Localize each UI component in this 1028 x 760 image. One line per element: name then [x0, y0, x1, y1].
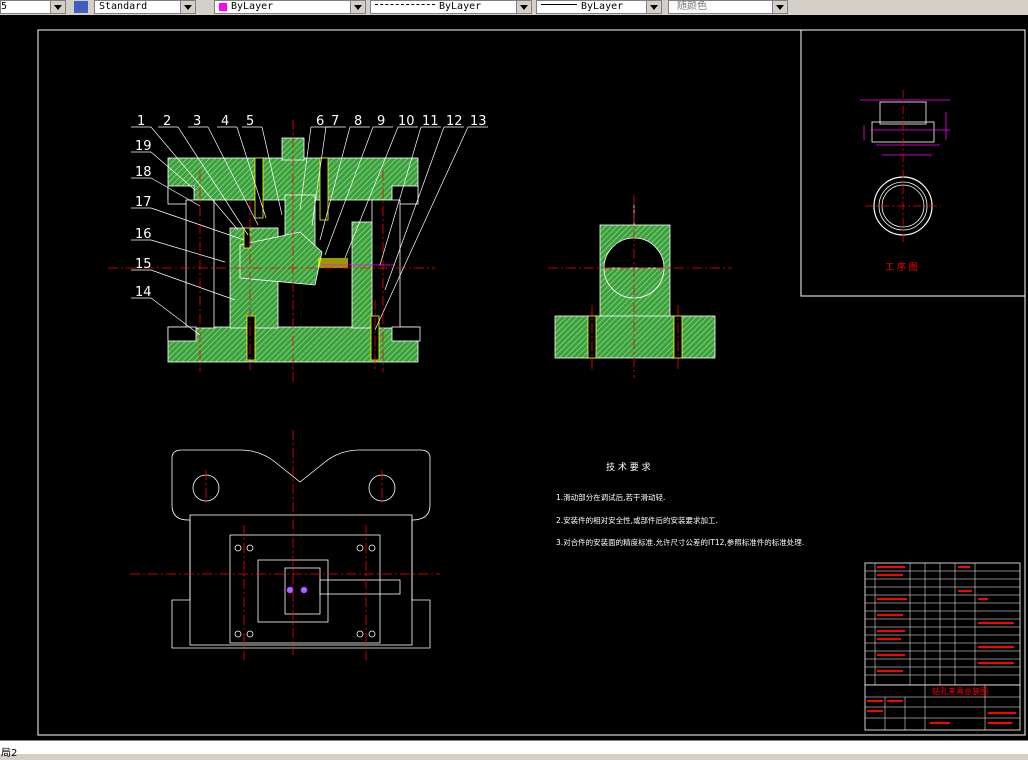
- process-sketch-label: 工 序 图: [885, 261, 918, 273]
- linetype-control-dropdown[interactable]: ByLayer: [370, 0, 532, 14]
- linetype-preview-icon: [375, 4, 435, 5]
- part-number-5: 5: [246, 114, 254, 129]
- part-number-18: 18: [135, 165, 152, 180]
- part-number-4: 4: [221, 114, 229, 129]
- text-style-dropdown[interactable]: Standard: [94, 0, 196, 14]
- part-number-1: 1: [137, 114, 145, 129]
- part-number-10: 10: [398, 114, 415, 129]
- lineweight-preview-icon: [541, 4, 577, 5]
- front-section-view: [167, 137, 421, 363]
- title-block-name: 钻孔夹具总装图: [932, 686, 988, 696]
- title-block: 钻孔夹具总装图: [864, 562, 1021, 731]
- part-number-19: 19: [135, 139, 152, 154]
- part-number-7: 7: [331, 114, 339, 129]
- tech-note-1: 1.滑动部分在调试后,若干滑动轻.: [556, 492, 665, 502]
- process-sketch-box: [800, 29, 1026, 297]
- side-section-view: [554, 205, 716, 359]
- top-plan-view: [171, 449, 431, 649]
- part-number-6: 6: [316, 114, 324, 129]
- part-number-15: 15: [135, 257, 152, 272]
- part-number-3: 3: [193, 114, 201, 129]
- tech-requirements-title: 技 术 要 求: [606, 461, 651, 473]
- chevron-down-icon[interactable]: [50, 1, 65, 13]
- text-style-value: Standard: [99, 1, 148, 12]
- layer-dropdown[interactable]: 5: [0, 0, 66, 14]
- chevron-down-icon[interactable]: [772, 1, 787, 13]
- process-sketch: 工 序 图: [860, 90, 950, 273]
- part-number-13: 13: [470, 114, 487, 129]
- part-number-11: 11: [422, 114, 439, 129]
- layout-tabs-bar: 局2: [0, 740, 1028, 759]
- part-number-9: 9: [377, 114, 385, 129]
- part-number-2: 2: [163, 114, 171, 129]
- linetype-control-value: ByLayer: [439, 1, 482, 12]
- text-style-icon[interactable]: [74, 1, 88, 13]
- chevron-down-icon[interactable]: [350, 1, 365, 13]
- chevron-down-icon[interactable]: [516, 1, 531, 13]
- part-number-8: 8: [354, 114, 362, 129]
- tech-note-3: 3.对合件的安装面的精度标准.允许尺寸公差的IT12,参照标准件的标准处理.: [556, 537, 804, 547]
- drawing-canvas[interactable]: 1 2 3 4 5 6 7 8 9 10 11 12 13 19 18 17 1…: [0, 15, 1028, 740]
- plot-style-value: 随颜色: [677, 1, 707, 12]
- layer-dropdown-value: 5: [1, 1, 8, 12]
- drawing-svg: 1 2 3 4 5 6 7 8 9 10 11 12 13 19 18 17 1…: [37, 29, 1026, 736]
- color-control-dropdown[interactable]: ByLayer: [214, 0, 366, 14]
- part-number-14: 14: [135, 285, 152, 300]
- chevron-down-icon[interactable]: [180, 1, 195, 13]
- tech-note-2: 2.安装件的相对安全性,或部件后的安装要求加工.: [556, 515, 718, 525]
- properties-toolbar: 5 Standard ByLayer ByLayer ByLayer 随颜色: [0, 0, 1028, 16]
- plot-style-dropdown[interactable]: 随颜色: [668, 0, 788, 14]
- part-number-12: 12: [446, 114, 463, 129]
- color-control-value: ByLayer: [231, 1, 274, 12]
- layout-tab-2[interactable]: 局2: [0, 748, 17, 759]
- top-center-lines: [130, 430, 440, 660]
- lineweight-control-dropdown[interactable]: ByLayer: [536, 0, 662, 14]
- part-number-17: 17: [135, 195, 152, 210]
- chevron-down-icon[interactable]: [646, 1, 661, 13]
- lineweight-control-value: ByLayer: [581, 1, 624, 12]
- color-swatch-icon: [219, 3, 227, 11]
- technical-requirements: 技 术 要 求 1.滑动部分在调试后,若干滑动轻. 2.安装件的相对安全性,或部…: [556, 461, 804, 547]
- part-number-16: 16: [135, 227, 152, 242]
